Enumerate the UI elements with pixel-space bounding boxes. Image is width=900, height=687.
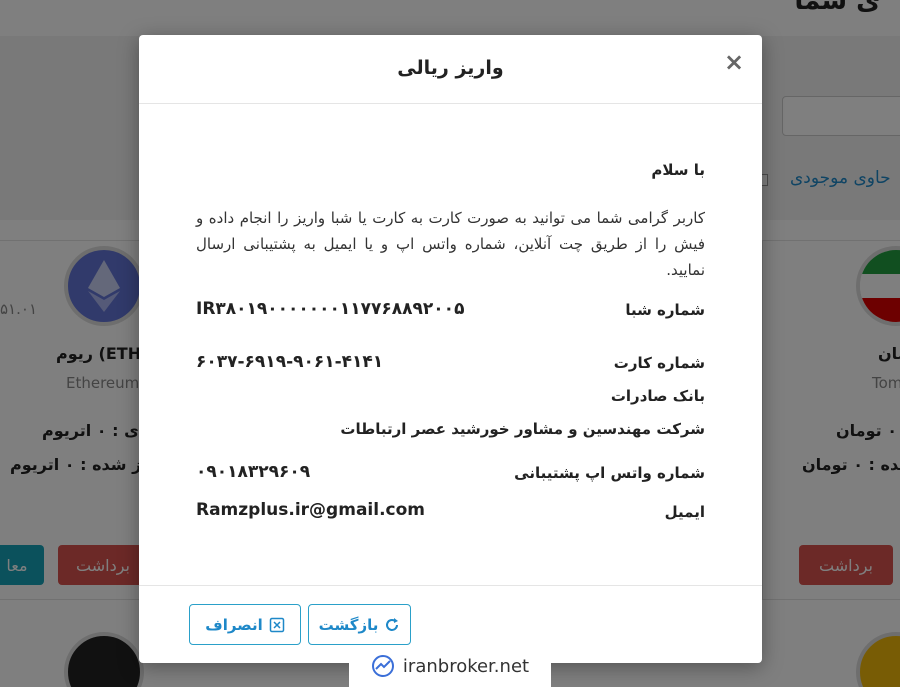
instructions-paragraph: کاربر گرامی شما می توانید به صورت کارت ب… [196,209,705,279]
deposit-modal: واریز ریالی × با سلام کاربر گرامی شما می… [139,35,762,663]
card-number-label: شماره کارت [613,354,705,372]
modal-body: با سلام کاربر گرامی شما می توانید به صور… [139,104,762,585]
back-button[interactable]: بازگشت [308,604,411,645]
whatsapp-value: ۰۹۰۱۸۳۲۹۶۰۹ [196,462,311,482]
card-number-value: ۶۰۳۷-۶۹۱۹-۹۰۶۱-۴۱۴۱ [196,352,384,372]
bank-name-label: بانک صادرات [610,387,705,405]
sheba-value: IR۳۸۰۱۹۰۰۰۰۰۰۰۱۱۷۷۶۸۸۹۲۰۰۵ [196,299,465,319]
modal-header: واریز ریالی × [139,35,762,104]
close-icon[interactable]: × [723,49,745,75]
iranbroker-watermark: iranbroker.net [349,645,551,687]
sheba-label: شماره شبا [625,301,705,319]
watermark-text: iranbroker.net [402,655,530,677]
iranbroker-logo-icon [371,654,395,678]
cancel-button-label: انصراف [205,615,263,634]
greeting-text: با سلام [651,161,705,179]
email-label: ایمیل [664,503,705,521]
company-name-label: شرکت مهندسین و مشاور خورشید عصر ارتباطات [340,420,705,438]
modal-title: واریز ریالی [397,57,504,79]
email-value: Ramzplus.ir@gmail.com [196,500,425,520]
refresh-icon [384,617,400,633]
whatsapp-label: شماره واتس اپ پشتیبانی [514,464,705,482]
back-button-label: بازگشت [318,615,379,634]
close-square-icon [269,617,285,633]
cancel-button[interactable]: انصراف [189,604,301,645]
